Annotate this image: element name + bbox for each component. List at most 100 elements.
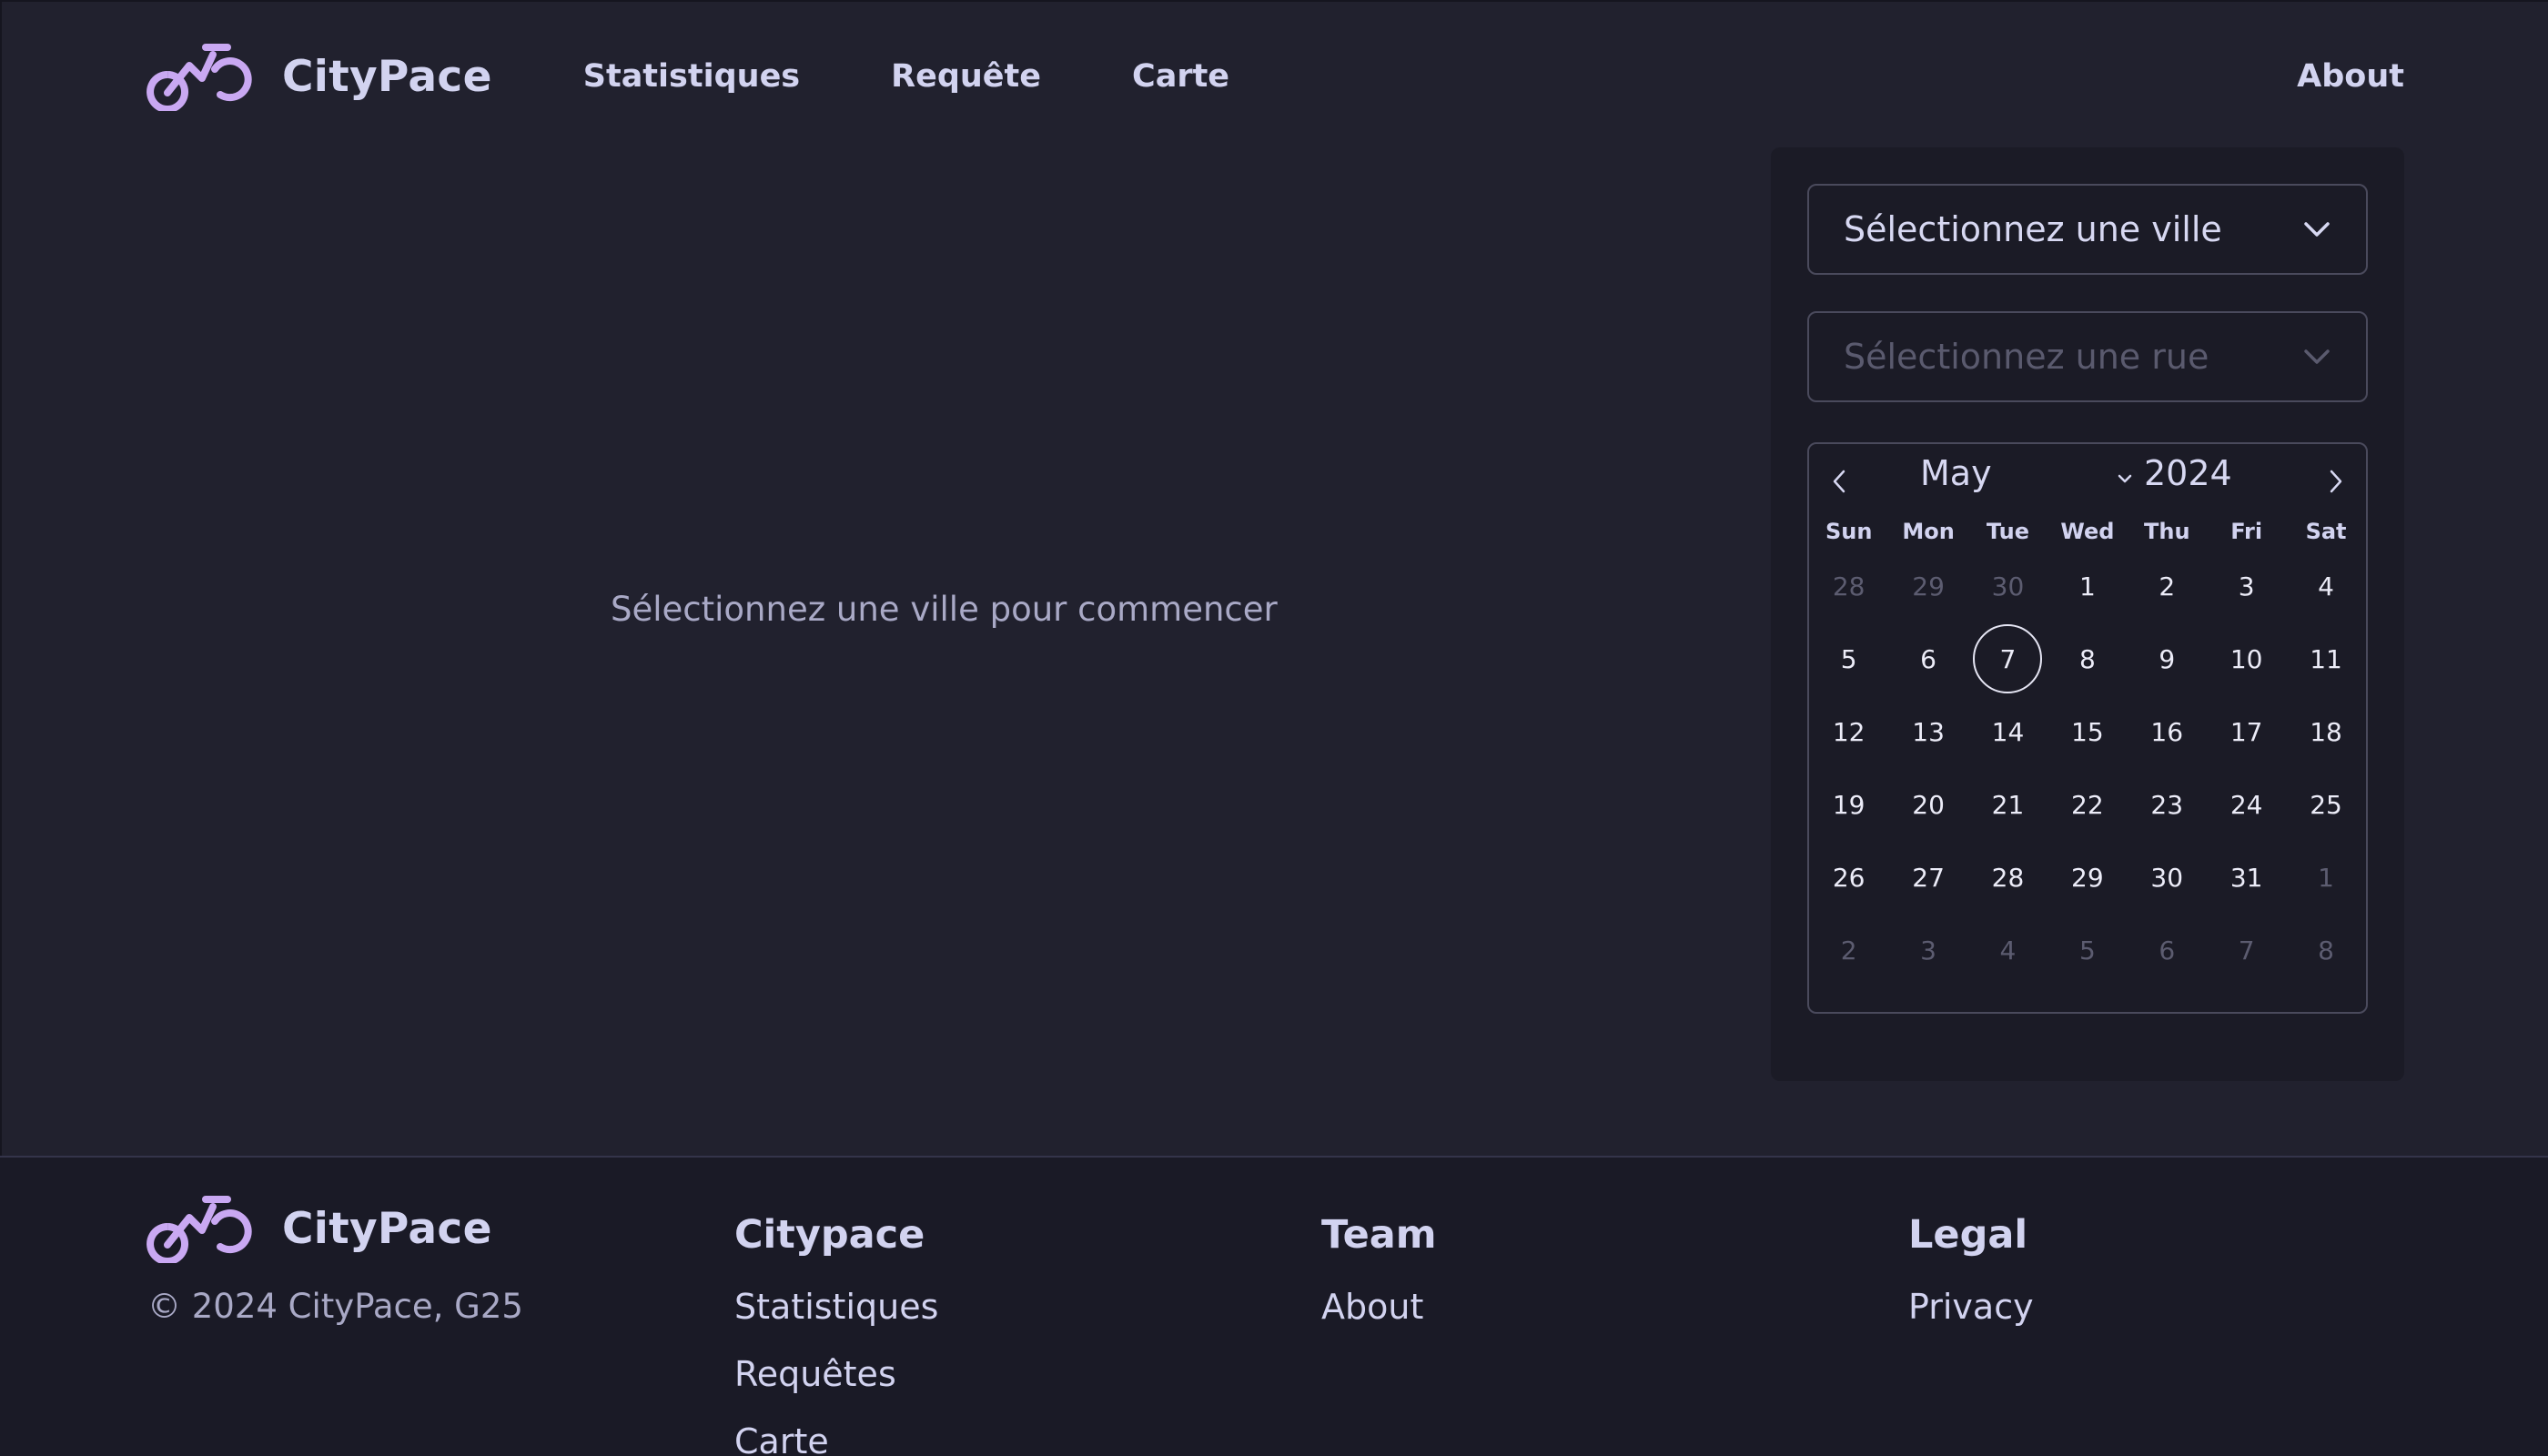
calendar-day-number: 20 (1912, 789, 1945, 820)
calendar-day[interactable]: 23 (2128, 768, 2207, 841)
calendar-day[interactable]: 6 (1888, 622, 1967, 695)
calendar-day[interactable]: 22 (2048, 768, 2127, 841)
weekday-label: Sun (1825, 519, 1873, 544)
copyright-text: © 2024 CityPace, G25 (147, 1287, 523, 1326)
calendar-grid: Sun Mon Tue Wed Thu Fri Sat 28 29 30 1 2 3 4 5 6 7 8 9 10 1… (1809, 513, 2366, 986)
calendar-day[interactable]: 8 (2048, 622, 2127, 695)
calendar-day[interactable]: 27 (1888, 841, 1967, 914)
calendar-day[interactable]: 5 (2048, 914, 2127, 986)
footer-link-statistiques[interactable]: Statistiques (734, 1270, 938, 1343)
calendar-day-number: 5 (2078, 935, 2096, 966)
calendar-day-number: 12 (1832, 716, 1866, 747)
calendar-day-number: 10 (2230, 643, 2263, 674)
footer-link-requetes[interactable]: Requêtes (734, 1338, 938, 1410)
brand-name: CityPace (282, 51, 492, 102)
footer-column-title: Team (1321, 1212, 1437, 1258)
calendar-day-number: 25 (2310, 789, 2342, 820)
calendar-day[interactable]: 4 (1968, 914, 2048, 986)
weekday-label: Fri (2230, 519, 2263, 544)
home-logo-link[interactable]: CityPace (146, 42, 492, 111)
nav-about[interactable]: About (2297, 58, 2404, 95)
calendar-day[interactable]: 3 (1888, 914, 1967, 986)
calendar-day[interactable]: 4 (2286, 550, 2365, 622)
calendar-day-number: 29 (2071, 862, 2104, 893)
calendar-day[interactable]: 15 (2048, 695, 2127, 768)
calendar-day-number: 21 (1991, 789, 2025, 820)
city-select-label: Sélectionnez une ville (1844, 209, 2222, 249)
date-picker-calendar: May 2024 Sun Mon Tue Wed Thu Fri Sat 28 29 30 1 2 3… (1807, 442, 2368, 1014)
calendar-day-number: 29 (1912, 571, 1945, 602)
calendar-day-number: 28 (1832, 571, 1866, 602)
calendar-day[interactable]: 2 (1809, 914, 1888, 986)
calendar-day[interactable]: 1 (2286, 841, 2365, 914)
calendar-day-number: 2 (2159, 571, 2176, 602)
calendar-day-number: 14 (1991, 716, 2025, 747)
weekday-label: Wed (2060, 519, 2115, 544)
calendar-day-number: 30 (2150, 862, 2184, 893)
calendar-day[interactable]: 19 (1809, 768, 1888, 841)
calendar-day[interactable]: 24 (2207, 768, 2286, 841)
calendar-day[interactable]: 21 (1968, 768, 2048, 841)
calendar-day[interactable]: 29 (2048, 841, 2127, 914)
calendar-day[interactable]: 31 (2207, 841, 2286, 914)
footer-link-about[interactable]: About (1321, 1270, 1437, 1343)
calendar-day[interactable]: 25 (2286, 768, 2365, 841)
calendar-day-number: 30 (1991, 571, 2025, 602)
calendar-day[interactable]: 1 (2048, 550, 2127, 622)
calendar-week-row: 2 3 4 5 6 7 8 (1809, 914, 2366, 986)
month-select[interactable]: May (1920, 453, 1992, 493)
calendar-day-number: 7 (1973, 624, 2043, 693)
calendar-day[interactable]: 20 (1888, 768, 1967, 841)
footer-column-citypace: Citypace Statistiques Requêtes Carte (734, 1212, 938, 1456)
calendar-day-number: 31 (2230, 862, 2263, 893)
calendar-day[interactable]: 29 (1888, 550, 1967, 622)
nav-requete[interactable]: Requête (891, 58, 1041, 95)
footer-link-carte[interactable]: Carte (734, 1405, 938, 1456)
calendar-day-number: 28 (1991, 862, 2025, 893)
calendar-day[interactable]: 9 (2128, 622, 2207, 695)
calendar-day[interactable]: 28 (1968, 841, 2048, 914)
calendar-day[interactable]: 10 (2207, 622, 2286, 695)
nav-statistiques[interactable]: Statistiques (583, 58, 800, 95)
next-month-button[interactable] (2326, 466, 2346, 497)
previous-month-button[interactable] (1829, 466, 1849, 497)
calendar-day[interactable]: 17 (2207, 695, 2286, 768)
footer-column-legal: Legal Privacy (1908, 1212, 2034, 1343)
calendar-day-number: 6 (2159, 935, 2176, 966)
calendar-day-number: 8 (2078, 643, 2096, 674)
calendar-day-number: 2 (1840, 935, 1857, 966)
year-input[interactable]: 2024 (2144, 453, 2232, 493)
calendar-day[interactable]: 26 (1809, 841, 1888, 914)
chevron-down-icon (2304, 349, 2330, 364)
calendar-day-number: 3 (2238, 571, 2255, 602)
calendar-day[interactable]: 2 (2128, 550, 2207, 622)
calendar-day[interactable]: 11 (2286, 622, 2365, 695)
calendar-day[interactable]: 30 (1968, 550, 2048, 622)
street-select[interactable]: Sélectionnez une rue (1807, 311, 2368, 402)
calendar-day-number: 4 (1999, 935, 2017, 966)
calendar-day-number: 17 (2230, 716, 2263, 747)
calendar-day-number: 8 (2318, 935, 2334, 966)
footer-link-privacy[interactable]: Privacy (1908, 1270, 2034, 1343)
calendar-day[interactable]: 18 (2286, 695, 2365, 768)
calendar-day[interactable]: 30 (2128, 841, 2207, 914)
street-select-label: Sélectionnez une rue (1844, 337, 2209, 377)
calendar-day-number: 22 (2071, 789, 2104, 820)
calendar-day[interactable]: 16 (2128, 695, 2207, 768)
calendar-day[interactable]: 8 (2286, 914, 2365, 986)
calendar-day-number: 6 (1920, 643, 1936, 674)
calendar-day[interactable]: 5 (1809, 622, 1888, 695)
calendar-day[interactable]: 3 (2207, 550, 2286, 622)
calendar-day[interactable]: 28 (1809, 550, 1888, 622)
calendar-day[interactable]: 7 (2207, 914, 2286, 986)
weekday-label: Tue (1986, 519, 2030, 544)
city-select[interactable]: Sélectionnez une ville (1807, 184, 2368, 275)
calendar-day[interactable]: 6 (2128, 914, 2207, 986)
footer-logo-link[interactable]: CityPace (146, 1194, 492, 1263)
nav-carte[interactable]: Carte (1132, 58, 1229, 95)
calendar-day[interactable]: 14 (1968, 695, 2048, 768)
calendar-day-selected[interactable]: 7 (1968, 622, 2048, 695)
calendar-day[interactable]: 13 (1888, 695, 1967, 768)
calendar-day[interactable]: 12 (1809, 695, 1888, 768)
footer-column-title: Legal (1908, 1212, 2028, 1258)
